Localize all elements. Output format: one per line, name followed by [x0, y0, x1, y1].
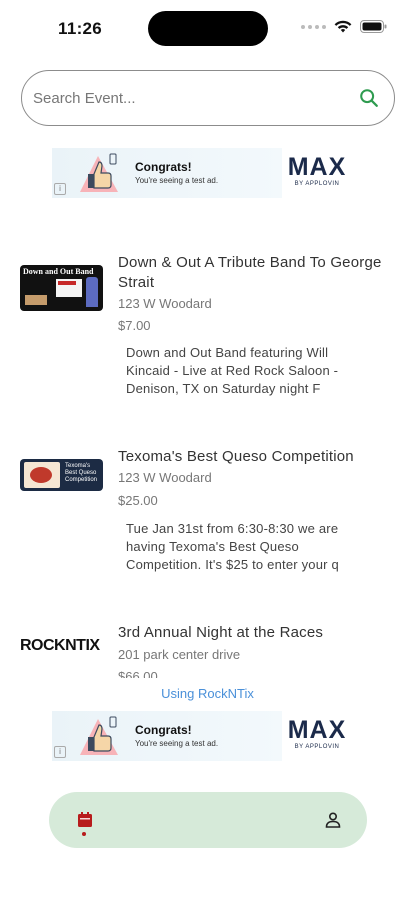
wifi-icon: [334, 20, 352, 33]
event-title: 3rd Annual Night at the Races: [118, 624, 324, 641]
dynamic-island: [148, 11, 268, 46]
ad-brand-name: MAX: [287, 716, 347, 744]
thumbs-up-icon: [80, 716, 118, 755]
event-thumbnail: Texoma's Best Queso Competition: [20, 459, 103, 491]
thumb-poster-band: [58, 281, 76, 285]
signal-icon: [301, 24, 326, 29]
search-icon[interactable]: [358, 87, 380, 109]
rockntix-logo: ROCKNTIX: [20, 637, 100, 654]
ad-brand-name: MAX: [287, 153, 347, 181]
ad-info-icon[interactable]: i: [54, 183, 66, 195]
ad-banner-bottom[interactable]: i Congrats! You're seeing a test ad. MAX…: [52, 711, 364, 761]
thumb-text: Texoma's Best Queso Competition: [65, 463, 98, 483]
ad-content: i Congrats! You're seeing a test ad.: [52, 148, 282, 198]
using-rockntix-link[interactable]: Using RockNTix: [0, 686, 415, 701]
event-price: $7.00: [118, 318, 151, 333]
ad-title: Congrats!: [135, 160, 192, 174]
bottom-navigation: [49, 792, 367, 848]
thumbs-up-icon: [80, 153, 118, 192]
event-title: Texoma's Best Queso Competition: [118, 448, 354, 465]
event-venue: 123 W Woodard: [118, 296, 212, 311]
event-description: Tue Jan 31st from 6:30-8:30 we are havin…: [126, 521, 339, 572]
ad-subtitle: You're seeing a test ad.: [135, 176, 219, 185]
thumb-person: [86, 277, 98, 307]
battery-icon: [360, 20, 387, 33]
active-indicator: [82, 832, 86, 836]
event-price: $25.00: [118, 493, 158, 508]
nav-profile-button[interactable]: [319, 806, 347, 834]
thumb-queso: [30, 467, 52, 483]
ad-content: i Congrats! You're seeing a test ad.: [52, 711, 282, 761]
event-list[interactable]: Down and Out Band Down & Out A Tribute B…: [0, 230, 415, 678]
status-icons: [301, 20, 387, 33]
person-icon: [325, 812, 341, 828]
event-venue: 123 W Woodard: [118, 470, 212, 485]
thumb-guitar: [25, 295, 47, 305]
ad-brand-logo: MAX BY APPLOVIN: [280, 153, 354, 187]
event-venue: 201 park center drive: [118, 647, 241, 662]
thumb-text: Down and Out Band: [23, 267, 94, 276]
event-price: $66.00: [118, 669, 158, 678]
calendar-icon: [78, 812, 92, 827]
ad-brand-logo: MAX BY APPLOVIN: [280, 716, 354, 750]
event-thumbnail: ROCKNTIX: [20, 637, 103, 659]
status-time: 11:26: [58, 19, 103, 38]
search-input[interactable]: [33, 71, 343, 125]
ad-brand-sub: BY APPLOVIN: [294, 181, 340, 187]
event-thumbnail: Down and Out Band: [20, 265, 103, 311]
nav-events-button[interactable]: [71, 806, 99, 834]
ad-banner-top[interactable]: i Congrats! You're seeing a test ad. MAX…: [52, 148, 364, 198]
event-title: Down & Out A Tribute Band To George Stra…: [118, 254, 382, 291]
ad-info-icon[interactable]: i: [54, 746, 66, 758]
ad-title: Congrats!: [135, 723, 192, 737]
ad-subtitle: You're seeing a test ad.: [135, 739, 219, 748]
ad-brand-sub: BY APPLOVIN: [294, 744, 340, 750]
status-bar: 11:26: [0, 0, 415, 58]
event-description: Down and Out Band featuring Will Kincaid…: [126, 345, 339, 396]
search-bar: [21, 70, 395, 126]
